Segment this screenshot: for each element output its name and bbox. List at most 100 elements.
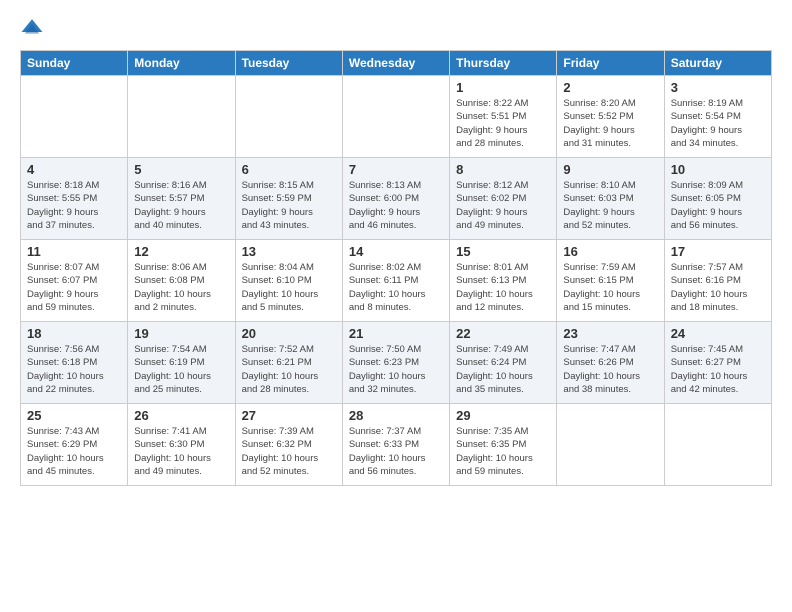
day-number: 12 <box>134 244 228 259</box>
calendar-cell <box>664 404 771 486</box>
col-monday: Monday <box>128 51 235 76</box>
calendar-cell: 19 Sunrise: 7:54 AM Sunset: 6:19 PM Dayli… <box>128 322 235 404</box>
week-row-4: 18Sunrise: 7:56 AM Sunset: 6:18 PM Dayli… <box>21 322 772 404</box>
week-row-2: 4 Sunrise: 8:18 AM Sunset: 5:55 PM Daylig… <box>21 158 772 240</box>
day-number: 28 <box>349 408 443 423</box>
day-info: Sunrise: 7:41 AM Sunset: 6:30 PM Dayligh… <box>134 425 228 478</box>
day-number: 18 <box>27 326 121 341</box>
day-info: Sunrise: 8:07 AM Sunset: 6:07 PM Dayligh… <box>27 261 121 314</box>
calendar-cell <box>128 76 235 158</box>
calendar-cell: 11 Sunrise: 8:07 AM Sunset: 6:07 PM Dayli… <box>21 240 128 322</box>
calendar-cell: 22 Sunrise: 7:49 AM Sunset: 6:24 PM Dayli… <box>450 322 557 404</box>
calendar-cell: 9 Sunrise: 8:10 AM Sunset: 6:03 PM Daylig… <box>557 158 664 240</box>
day-number: 19 <box>134 326 228 341</box>
calendar-cell: 20 Sunrise: 7:52 AM Sunset: 6:21 PM Dayli… <box>235 322 342 404</box>
calendar-cell: 7 Sunrise: 8:13 AM Sunset: 6:00 PM Daylig… <box>342 158 449 240</box>
calendar-cell: 29 Sunrise: 7:35 AM Sunset: 6:35 PM Dayli… <box>450 404 557 486</box>
day-number: 21 <box>349 326 443 341</box>
day-number: 2 <box>563 80 657 95</box>
day-info: Sunrise: 8:10 AM Sunset: 6:03 PM Dayligh… <box>563 179 657 232</box>
calendar-cell: 1 Sunrise: 8:22 AM Sunset: 5:51 PM Daylig… <box>450 76 557 158</box>
day-number: 22 <box>456 326 550 341</box>
day-number: 20 <box>242 326 336 341</box>
calendar-cell <box>557 404 664 486</box>
calendar-cell: 10 Sunrise: 8:09 AM Sunset: 6:05 PM Dayli… <box>664 158 771 240</box>
day-info: Sunrise: 8:04 AM Sunset: 6:10 PM Dayligh… <box>242 261 336 314</box>
day-info: Sunrise: 8:20 AM Sunset: 5:52 PM Dayligh… <box>563 97 657 150</box>
day-number: 9 <box>563 162 657 177</box>
header-row: Sunday Monday Tuesday Wednesday Thursday… <box>21 51 772 76</box>
calendar-cell: 26Sunrise: 7:41 AM Sunset: 6:30 PM Dayli… <box>128 404 235 486</box>
day-number: 1 <box>456 80 550 95</box>
day-info: Sunrise: 7:59 AM Sunset: 6:15 PM Dayligh… <box>563 261 657 314</box>
day-info: Sunrise: 7:45 AM Sunset: 6:27 PM Dayligh… <box>671 343 765 396</box>
calendar-cell: 4 Sunrise: 8:18 AM Sunset: 5:55 PM Daylig… <box>21 158 128 240</box>
col-wednesday: Wednesday <box>342 51 449 76</box>
calendar-cell: 14Sunrise: 8:02 AM Sunset: 6:11 PM Dayli… <box>342 240 449 322</box>
col-sunday: Sunday <box>21 51 128 76</box>
calendar-cell: 18Sunrise: 7:56 AM Sunset: 6:18 PM Dayli… <box>21 322 128 404</box>
calendar-cell: 16 Sunrise: 7:59 AM Sunset: 6:15 PM Dayli… <box>557 240 664 322</box>
day-info: Sunrise: 8:18 AM Sunset: 5:55 PM Dayligh… <box>27 179 121 232</box>
calendar-cell: 2 Sunrise: 8:20 AM Sunset: 5:52 PM Daylig… <box>557 76 664 158</box>
day-info: Sunrise: 7:52 AM Sunset: 6:21 PM Dayligh… <box>242 343 336 396</box>
calendar-cell: 24 Sunrise: 7:45 AM Sunset: 6:27 PM Dayli… <box>664 322 771 404</box>
day-number: 15 <box>456 244 550 259</box>
day-info: Sunrise: 7:49 AM Sunset: 6:24 PM Dayligh… <box>456 343 550 396</box>
day-info: Sunrise: 8:13 AM Sunset: 6:00 PM Dayligh… <box>349 179 443 232</box>
col-thursday: Thursday <box>450 51 557 76</box>
day-info: Sunrise: 7:50 AM Sunset: 6:23 PM Dayligh… <box>349 343 443 396</box>
calendar-table: Sunday Monday Tuesday Wednesday Thursday… <box>20 50 772 486</box>
calendar-cell <box>21 76 128 158</box>
day-number: 25 <box>27 408 121 423</box>
day-number: 6 <box>242 162 336 177</box>
day-number: 5 <box>134 162 228 177</box>
day-info: Sunrise: 8:12 AM Sunset: 6:02 PM Dayligh… <box>456 179 550 232</box>
day-info: Sunrise: 7:35 AM Sunset: 6:35 PM Dayligh… <box>456 425 550 478</box>
day-info: Sunrise: 7:39 AM Sunset: 6:32 PM Dayligh… <box>242 425 336 478</box>
logo-icon <box>20 16 44 40</box>
calendar-cell: 25 Sunrise: 7:43 AM Sunset: 6:29 PM Dayli… <box>21 404 128 486</box>
day-number: 10 <box>671 162 765 177</box>
day-info: Sunrise: 7:47 AM Sunset: 6:26 PM Dayligh… <box>563 343 657 396</box>
day-info: Sunrise: 7:43 AM Sunset: 6:29 PM Dayligh… <box>27 425 121 478</box>
day-number: 17 <box>671 244 765 259</box>
calendar-cell: 15 Sunrise: 8:01 AM Sunset: 6:13 PM Dayli… <box>450 240 557 322</box>
day-number: 14 <box>349 244 443 259</box>
day-number: 24 <box>671 326 765 341</box>
header <box>20 16 772 40</box>
calendar-cell: 6 Sunrise: 8:15 AM Sunset: 5:59 PM Daylig… <box>235 158 342 240</box>
day-number: 3 <box>671 80 765 95</box>
day-number: 4 <box>27 162 121 177</box>
day-info: Sunrise: 8:06 AM Sunset: 6:08 PM Dayligh… <box>134 261 228 314</box>
day-info: Sunrise: 8:19 AM Sunset: 5:54 PM Dayligh… <box>671 97 765 150</box>
day-info: Sunrise: 7:57 AM Sunset: 6:16 PM Dayligh… <box>671 261 765 314</box>
day-info: Sunrise: 8:16 AM Sunset: 5:57 PM Dayligh… <box>134 179 228 232</box>
week-row-1: 1 Sunrise: 8:22 AM Sunset: 5:51 PM Daylig… <box>21 76 772 158</box>
calendar-cell: 13 Sunrise: 8:04 AM Sunset: 6:10 PM Dayli… <box>235 240 342 322</box>
day-info: Sunrise: 8:09 AM Sunset: 6:05 PM Dayligh… <box>671 179 765 232</box>
day-number: 7 <box>349 162 443 177</box>
col-tuesday: Tuesday <box>235 51 342 76</box>
day-info: Sunrise: 7:54 AM Sunset: 6:19 PM Dayligh… <box>134 343 228 396</box>
day-info: Sunrise: 8:15 AM Sunset: 5:59 PM Dayligh… <box>242 179 336 232</box>
day-number: 29 <box>456 408 550 423</box>
day-number: 23 <box>563 326 657 341</box>
calendar-cell: 28Sunrise: 7:37 AM Sunset: 6:33 PM Dayli… <box>342 404 449 486</box>
day-number: 11 <box>27 244 121 259</box>
page: Sunday Monday Tuesday Wednesday Thursday… <box>0 0 792 612</box>
calendar-cell <box>342 76 449 158</box>
col-friday: Friday <box>557 51 664 76</box>
week-row-3: 11 Sunrise: 8:07 AM Sunset: 6:07 PM Dayli… <box>21 240 772 322</box>
day-number: 8 <box>456 162 550 177</box>
day-number: 16 <box>563 244 657 259</box>
day-number: 13 <box>242 244 336 259</box>
logo <box>20 16 48 40</box>
day-info: Sunrise: 8:22 AM Sunset: 5:51 PM Dayligh… <box>456 97 550 150</box>
calendar-cell <box>235 76 342 158</box>
calendar-cell: 23 Sunrise: 7:47 AM Sunset: 6:26 PM Dayli… <box>557 322 664 404</box>
calendar-cell: 21 Sunrise: 7:50 AM Sunset: 6:23 PM Dayli… <box>342 322 449 404</box>
day-info: Sunrise: 8:01 AM Sunset: 6:13 PM Dayligh… <box>456 261 550 314</box>
calendar-cell: 8 Sunrise: 8:12 AM Sunset: 6:02 PM Daylig… <box>450 158 557 240</box>
col-saturday: Saturday <box>664 51 771 76</box>
